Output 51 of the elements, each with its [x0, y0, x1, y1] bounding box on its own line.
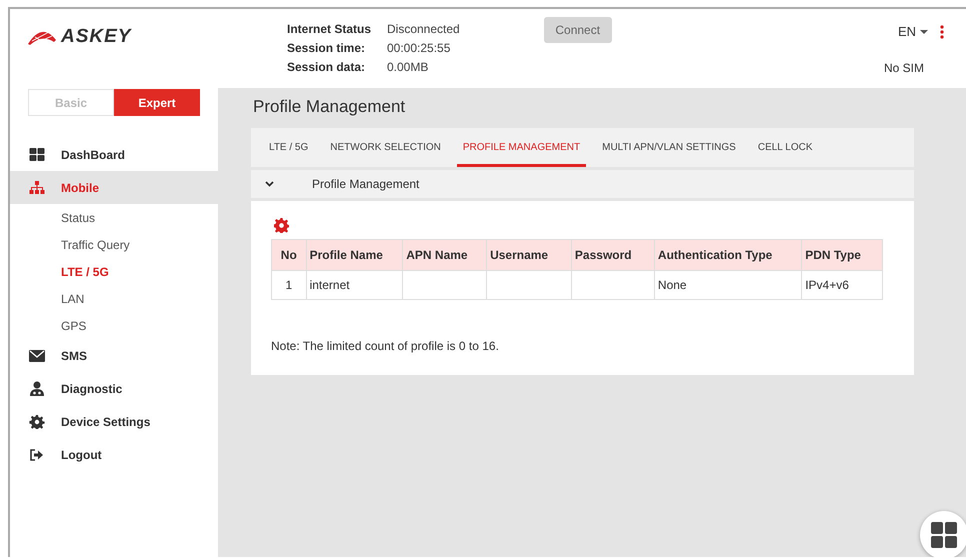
tab[interactable]: CELL LOCK [752, 128, 818, 167]
column-header: Username [486, 240, 572, 270]
nav-item[interactable]: Diagnostic [10, 372, 218, 405]
tab[interactable]: LTE / 5G [263, 128, 314, 167]
status-value: Disconnected [387, 22, 460, 36]
network-icon [29, 181, 45, 194]
language-dropdown[interactable]: EN [898, 24, 928, 39]
envelope-icon [29, 350, 45, 362]
column-header: No [272, 240, 306, 270]
person-icon [29, 381, 45, 396]
status-value: 00:00:25:55 [387, 41, 452, 55]
table-cell: IPv4+v6 [802, 270, 882, 300]
nav-item[interactable]: SMS [10, 339, 218, 372]
nav-item[interactable]: Mobile [10, 171, 218, 204]
tab[interactable]: PROFILE MANAGEMENT [456, 128, 586, 167]
nav-subitem[interactable]: LTE / 5G [10, 258, 218, 285]
nav-item[interactable]: Device Settings [10, 405, 218, 438]
table-cell: None [654, 270, 802, 300]
nav-subitem[interactable]: Status [10, 204, 218, 231]
nav-item[interactable]: DashBoard [10, 138, 218, 171]
sim-status: No SIM [884, 61, 924, 75]
caret-icon [920, 30, 928, 34]
chevron-icon [265, 181, 274, 187]
settings-icon[interactable] [274, 218, 289, 233]
table-cell: internet [306, 270, 403, 300]
column-header: Password [571, 240, 654, 270]
column-header: Authentication Type [654, 240, 802, 270]
column-header: PDN Type [802, 240, 882, 270]
nav-subitem[interactable]: LAN [10, 285, 218, 312]
nav-subitem[interactable]: GPS [10, 312, 218, 339]
table-cell: 1 [272, 270, 306, 300]
logout-icon [29, 448, 45, 460]
section-header[interactable]: Profile Management [251, 170, 914, 198]
mode-toggle[interactable]: Expert [114, 89, 200, 116]
gear-icon [29, 414, 45, 428]
status-label: Internet Status [287, 22, 372, 36]
column-header: APN Name [402, 240, 487, 270]
status-label: Session data: [287, 60, 366, 74]
tab[interactable]: NETWORK SELECTION [324, 128, 447, 167]
status-value: 0.00MB [387, 60, 430, 74]
note-text: Note: The limited count of profile is 0 to 16. [271, 339, 500, 353]
logo-text: ASKEY [61, 26, 132, 48]
column-header: Profile Name [306, 240, 403, 270]
nav-item[interactable]: Logout [10, 438, 218, 471]
more-menu-icon[interactable] [940, 24, 944, 38]
status-label: Session time: [287, 41, 366, 55]
grid-icon [29, 148, 45, 161]
grid-icon [931, 522, 957, 548]
nav-subitem[interactable]: Traffic Query [10, 231, 218, 258]
page-title: Profile Management [253, 97, 406, 117]
tab[interactable]: MULTI APN/VLAN SETTINGS [596, 128, 742, 167]
